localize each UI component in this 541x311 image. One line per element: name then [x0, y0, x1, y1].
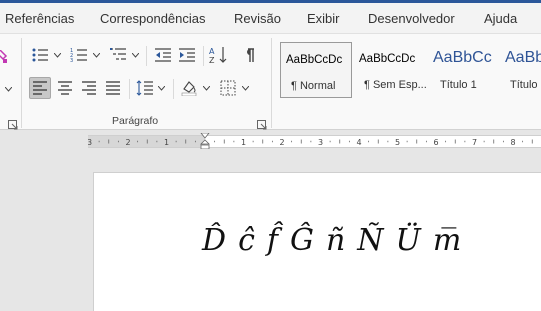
ruler-number: 6 — [433, 138, 438, 147]
equation-symbol: f̂ — [266, 223, 279, 258]
equation-symbol: ĉ — [238, 223, 256, 258]
line-spacing-icon[interactable] — [134, 77, 156, 99]
ruler-number: 8 — [510, 138, 515, 147]
ruler-number: 1 — [164, 138, 169, 147]
separator — [173, 79, 174, 99]
chevron-down-icon[interactable] — [91, 44, 101, 66]
style-preview: AaBbCcDc — [286, 54, 343, 66]
font-dialog-launcher-icon[interactable] — [8, 117, 18, 130]
ruler-number: 5 — [395, 138, 400, 147]
ruler-number: 2 — [125, 138, 130, 147]
format-painter-icon[interactable] — [0, 46, 10, 68]
show-marks-icon[interactable] — [238, 44, 260, 66]
svg-text:A: A — [209, 47, 215, 56]
chevron-down-icon[interactable] — [3, 78, 13, 100]
ruler-ticks: 3211234567891011121314 — [88, 138, 533, 147]
align-center-icon[interactable] — [54, 77, 76, 99]
tab-references[interactable]: Referências — [5, 11, 74, 26]
group-separator — [271, 38, 272, 128]
equation[interactable]: D̂ ĉ f̂ Ĝ ñ Ñ Ü m̅ — [202, 223, 473, 258]
chevron-down-icon[interactable] — [52, 44, 62, 66]
ruler-number: 1 — [241, 138, 246, 147]
decrease-indent-icon[interactable] — [152, 44, 174, 66]
ruler-number: 3 — [88, 138, 92, 147]
paragraph-dialog-launcher-icon[interactable] — [257, 117, 267, 130]
ruler-number: 7 — [472, 138, 477, 147]
paragraph-group-label: Parágrafo — [112, 115, 159, 127]
equation-symbol: D̂ — [202, 223, 228, 258]
group-separator — [21, 38, 22, 128]
shading-icon[interactable] — [178, 77, 200, 99]
numbering-icon[interactable]: 123 — [68, 44, 90, 66]
style-preview: AaBbCc — [433, 49, 492, 66]
style-name: Título — [510, 79, 538, 91]
bullets-icon[interactable] — [29, 44, 51, 66]
separator — [203, 46, 204, 66]
style-name: Título 1 — [440, 79, 477, 91]
document-page[interactable]: D̂ ĉ f̂ Ĝ ñ Ñ Ü m̅ — [93, 172, 541, 311]
equation-symbol: Ñ — [357, 223, 385, 258]
multilevel-list-icon[interactable] — [107, 44, 129, 66]
indent-marker-icon[interactable] — [200, 132, 210, 150]
justify-icon[interactable] — [102, 77, 124, 99]
chevron-down-icon[interactable] — [240, 77, 250, 99]
separator — [146, 46, 147, 66]
equation-symbol: Ü — [395, 223, 422, 258]
svg-text:Z: Z — [209, 56, 215, 64]
chevron-down-icon[interactable] — [156, 77, 166, 99]
horizontal-ruler[interactable]: 3211234567891011121314 — [88, 132, 541, 150]
style-no-spacing[interactable]: AaBbCcDc ¶ Sem Esp... — [354, 42, 426, 98]
style-preview: AaBbCcDc — [359, 53, 416, 65]
styles-gallery: AaBbCcDc ¶ Normal AaBbCcDc ¶ Sem Esp... … — [278, 40, 541, 101]
borders-icon[interactable] — [217, 77, 239, 99]
tab-review[interactable]: Revisão — [234, 11, 281, 26]
ruler-number: 2 — [279, 138, 284, 147]
sort-icon[interactable]: AZ — [208, 44, 230, 66]
tab-developer[interactable]: Desenvolvedor — [368, 11, 455, 26]
ruler-number: 4 — [356, 138, 361, 147]
style-heading-1[interactable]: AaBbCc Título 1 — [428, 42, 500, 98]
tab-mailings[interactable]: Correspondências — [100, 11, 206, 26]
chevron-down-icon[interactable] — [130, 44, 140, 66]
style-title[interactable]: AaBbC Título — [500, 42, 541, 98]
ribbon: 123 AZ Parágrafo AaBbCcDc ¶ Normal AaBbC… — [0, 33, 541, 130]
ribbon-tabs: Referências Correspondências Revisão Exi… — [0, 3, 541, 33]
ruler-number: 3 — [318, 138, 323, 147]
style-normal[interactable]: AaBbCcDc ¶ Normal — [280, 42, 352, 98]
equation-symbol: m̅ — [432, 223, 463, 258]
chevron-down-icon[interactable] — [201, 77, 211, 99]
style-name: ¶ Sem Esp... — [364, 79, 426, 91]
equation-symbol: ñ — [325, 223, 347, 258]
increase-indent-icon[interactable] — [176, 44, 198, 66]
style-name: ¶ Normal — [291, 80, 336, 92]
separator — [129, 79, 130, 99]
equation-symbol: Ĝ — [289, 223, 315, 258]
tab-help[interactable]: Ajuda — [484, 11, 517, 26]
align-right-icon[interactable] — [78, 77, 100, 99]
align-left-icon[interactable] — [29, 77, 51, 99]
tab-view[interactable]: Exibir — [307, 11, 340, 26]
style-preview: AaBbC — [505, 49, 541, 66]
svg-text:3: 3 — [70, 58, 73, 63]
